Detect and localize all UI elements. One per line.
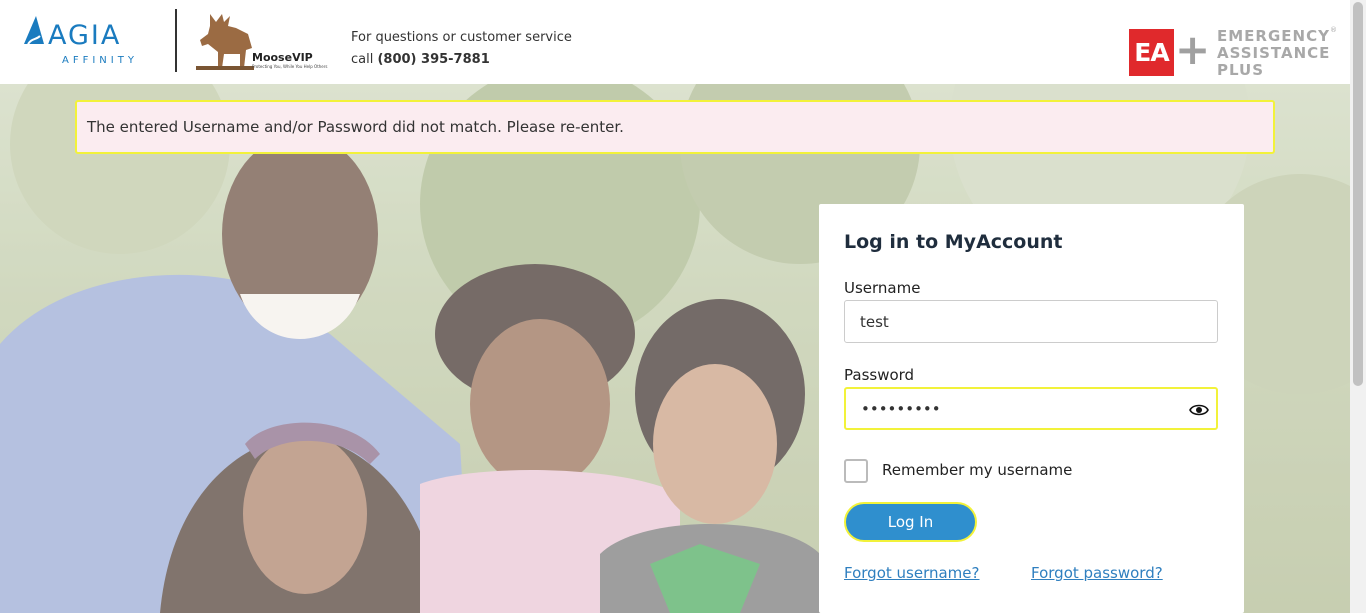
phone-number[interactable]: (800) 395-7881 [377,52,489,67]
username-label: Username [844,279,921,297]
eye-icon[interactable] [1189,403,1209,417]
password-label: Password [844,366,915,384]
login-error-alert: The entered Username and/or Password did… [75,100,1275,154]
forgot-password-link[interactable]: Forgot password? [1031,564,1163,582]
contact-line: For questions or customer service [351,30,572,45]
contact-info: For questions or customer service call (… [351,27,572,71]
ea-line3: PLUS [1217,61,1265,79]
remember-username-label[interactable]: Remember my username [882,461,1072,479]
username-field[interactable] [844,300,1218,343]
ea-registered: ® [1330,26,1337,34]
call-prefix: call [351,52,378,67]
moose-name: MooseVIP [252,51,313,64]
moosevip-logo[interactable]: MooseVIP Protecting You, While You Help … [196,8,332,72]
moose-icon [196,14,254,70]
password-field[interactable] [844,387,1218,430]
logo-divider [175,9,177,72]
ea-line1: EMERGENCY [1217,27,1330,45]
agia-name: AGIA [48,20,122,51]
contact-phone-line: call (800) 395-7881 [351,49,572,71]
moose-tagline: Protecting You, While You Help Others [252,64,328,69]
ea-text: EMERGENCY ASSISTANCE PLUS [1217,28,1330,79]
site-header: AGIA AFFINITY MooseVIP Protecting You, W… [0,0,1366,84]
forgot-username-link[interactable]: Forgot username? [844,564,979,582]
agia-sub: AFFINITY [62,55,138,66]
agia-drop-icon [24,16,44,45]
page-scrollbar[interactable] [1350,0,1366,613]
emergency-assistance-plus-logo[interactable]: EA + EMERGENCY ASSISTANCE PLUS ® [1129,25,1339,79]
ea-plus: + [1175,25,1211,74]
login-button[interactable]: Log In [844,502,977,542]
scrollbar-thumb[interactable] [1353,2,1363,386]
login-card: Log in to MyAccount Username Password Re… [819,204,1244,613]
ea-mark: EA [1129,29,1174,76]
agia-affinity-logo[interactable]: AGIA AFFINITY [22,12,154,68]
remember-username-checkbox[interactable] [844,459,868,483]
login-title: Log in to MyAccount [844,231,1063,253]
ea-line2: ASSISTANCE [1217,44,1331,62]
